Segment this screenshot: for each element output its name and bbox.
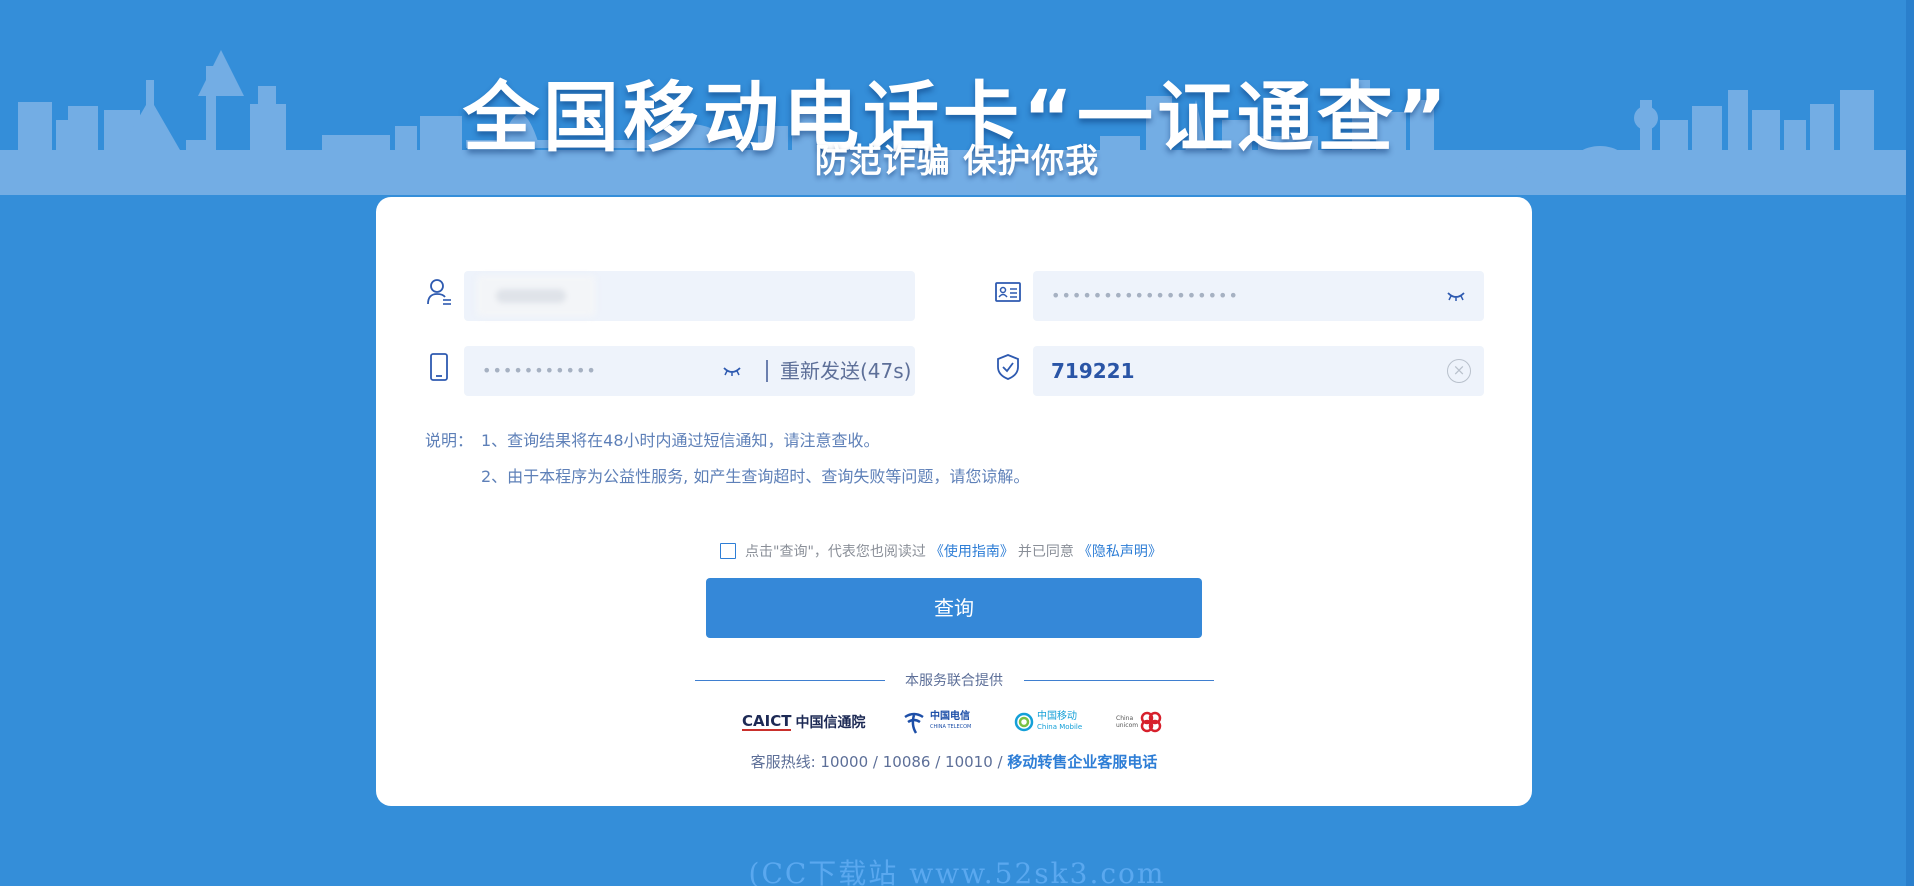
resend-code-button[interactable]: 重新发送(47s) <box>780 346 911 396</box>
shield-check-icon <box>991 350 1025 384</box>
watermark: (CC下载站 www.52sk3.com <box>748 857 1166 886</box>
note-line-1: 1、查询结果将在48小时内通过短信通知，请注意查收。 <box>481 431 880 450</box>
notes-label: 说明： <box>425 431 474 450</box>
china-unicom-logo: China unicom <box>1116 707 1166 737</box>
eye-closed-icon[interactable] <box>722 365 742 377</box>
window-edge <box>1906 0 1914 886</box>
sms-code-value: 719221 <box>1051 359 1135 383</box>
telecom-mark-icon <box>904 712 924 734</box>
clear-icon[interactable]: × <box>1447 359 1471 383</box>
agreement-middle: 并已同意 <box>1017 544 1074 560</box>
hotline: 客服热线: 10000 / 10086 / 10010 / 移动转售企业客服电话 <box>376 751 1532 772</box>
sms-code-input[interactable]: 719221 × <box>1033 346 1484 396</box>
id-number-input[interactable]: •••••••••••••••••• <box>1033 271 1484 321</box>
agreement-checkbox[interactable] <box>720 543 736 559</box>
mobile-mark-icon <box>1014 712 1034 732</box>
eye-closed-icon[interactable] <box>1446 290 1466 302</box>
provider-text: 本服务联合提供 <box>905 673 1003 689</box>
query-button[interactable]: 查询 <box>706 578 1202 638</box>
phone-input[interactable]: ••••••••••• 重新发送(47s) <box>464 346 915 396</box>
caict-logo: CAICT 中国信通院 <box>742 712 866 731</box>
query-card: •••••••••••••••••• ••••••••••• 重新发送(47s)… <box>376 197 1532 806</box>
resale-hotline-link[interactable]: 移动转售企业客服电话 <box>1007 753 1157 771</box>
name-input[interactable] <box>464 271 915 321</box>
id-card-icon <box>991 275 1025 309</box>
unicom-knot-icon <box>1140 711 1162 733</box>
china-mobile-logo: 中国移动 China Mobile <box>1014 707 1088 737</box>
blurred-name <box>476 275 596 317</box>
user-icon <box>422 275 456 309</box>
page: 全国移动电话卡“一证通查” 防范诈骗 保护你我 ••••••••••••••••… <box>0 0 1914 886</box>
mobile-phone-icon <box>422 350 456 384</box>
phone-value: ••••••••••• <box>482 361 597 380</box>
resend-divider <box>766 360 768 382</box>
note-line-2: 2、由于本程序为公益性服务, 如产生查询超时、查询失败等问题，请您谅解。 <box>481 467 1030 486</box>
agreement-row: 点击"查询"，代表您也阅读过 《使用指南》 并已同意 《隐私声明》 <box>720 540 1166 562</box>
id-number-value: •••••••••••••••••• <box>1051 286 1239 305</box>
agreement-prefix: 点击"查询"，代表您也阅读过 <box>745 544 926 560</box>
china-telecom-logo: 中国电信 CHINA TELECOM <box>902 707 982 737</box>
guide-link[interactable]: 《使用指南》 <box>930 541 1014 561</box>
privacy-link[interactable]: 《隐私声明》 <box>1078 541 1162 561</box>
banner-subtitle: 防范诈骗 保护你我 <box>814 141 1100 180</box>
provider-logos: CAICT 中国信通院 中国电信 CHINA TELECOM 中国移动 Chin… <box>376 707 1532 737</box>
hotline-numbers: 客服热线: 10000 / 10086 / 10010 / <box>750 753 1008 771</box>
